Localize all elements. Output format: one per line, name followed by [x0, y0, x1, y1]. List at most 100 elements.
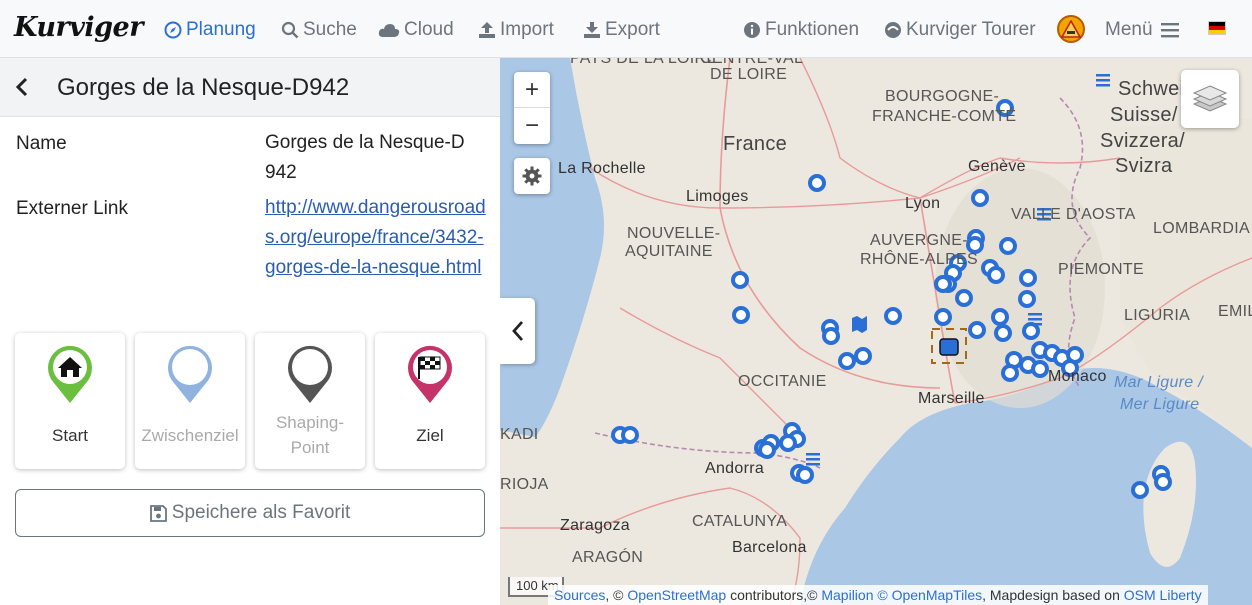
compass-icon — [164, 21, 182, 39]
info-icon — [744, 22, 760, 38]
save-favorite-button[interactable]: Speichere als Favorit — [15, 489, 485, 537]
layers-icon — [1192, 85, 1228, 112]
chevron-left-icon — [15, 77, 28, 97]
map-label-mar-ligure: Mar Ligure / — [1114, 374, 1203, 391]
detail-panel: Gorges de la Nesque-D942 Name Gorges de … — [0, 58, 500, 605]
cloud-icon — [378, 24, 400, 37]
waypoint-shaping-button[interactable]: Shaping-Point — [255, 333, 365, 469]
map-label-france: France — [723, 133, 788, 155]
nav-tourer-label: Kurviger Tourer — [906, 19, 1036, 40]
map-label-liguria: LIGURIA — [1124, 307, 1191, 324]
map-layers-button[interactable] — [1181, 70, 1239, 128]
gear-icon — [522, 166, 542, 186]
map-label-aquitaine: AQUITAINE — [625, 243, 713, 260]
nav-export-label: Export — [605, 19, 660, 40]
top-navbar: Kurviger Planung Suche Cloud Import Expo… — [0, 0, 1252, 58]
shaping-marker-icon — [288, 345, 332, 403]
chevron-left-icon — [511, 321, 523, 341]
attribution-mapdesign: , Mapdesign based on — [982, 587, 1120, 603]
nav-suche[interactable]: Suche — [281, 17, 357, 43]
map-label-andorra: Andorra — [705, 460, 765, 477]
kurviger-logo[interactable]: Kurviger — [14, 12, 143, 43]
nav-menu-label: Menü — [1105, 19, 1153, 40]
map-label-franche-comte: FRANCHE-COMTÉ — [872, 108, 1017, 125]
page-title: Gorges de la Nesque-D942 — [57, 74, 350, 101]
map-label-occitanie: OCCITANIE — [738, 373, 827, 390]
map-label-lombardia: LOMBARDIA — [1153, 220, 1250, 237]
map-label-auvergne: AUVERGNE- — [870, 232, 968, 249]
nav-export[interactable]: Export — [583, 17, 660, 43]
nav-suche-label: Suche — [303, 19, 357, 40]
map-label-aragon: ARAGÓN — [572, 549, 644, 566]
map-label-svizra: Svizra — [1115, 155, 1173, 177]
attribution-sources-link[interactable]: Sources — [554, 587, 605, 603]
map-attribution: Sources, © OpenStreetMap contributors,© … — [548, 585, 1208, 605]
map-label-de-loire: DE LOIRE — [710, 66, 788, 83]
zoom-out-button[interactable]: − — [514, 108, 550, 144]
name-value: Gorges de la Nesque-D942 — [265, 132, 465, 183]
de-flag-icon[interactable] — [1208, 21, 1226, 35]
map-label-rioja: RIOJA — [500, 476, 549, 493]
nav-kurviger-tourer[interactable]: Kurviger Tourer — [884, 17, 1036, 43]
panel-header: Gorges de la Nesque-D942 — [0, 58, 500, 117]
save-favorite-label: Speichere als Favorit — [171, 502, 351, 523]
map-label-bourgogne: BOURGOGNE- — [885, 88, 1000, 105]
waypoint-via-button[interactable]: Zwischenziel — [135, 333, 245, 469]
external-link[interactable]: http://www.dangerousroads.org/europe/fra… — [265, 193, 487, 283]
attribution-mapilion-link[interactable]: Mapilion — [821, 587, 873, 603]
via-marker-icon — [168, 345, 212, 403]
search-icon — [281, 21, 299, 39]
map-label-zaragoza: Zaragoza — [560, 517, 630, 534]
nav-funktionen-label: Funktionen — [765, 19, 860, 40]
map-label-geneve: Genève — [968, 158, 1026, 175]
nav-planung[interactable]: Planung — [164, 17, 256, 43]
map-settings-button[interactable] — [514, 158, 550, 194]
map-label-mer-ligure: Mer Ligure — [1120, 396, 1200, 413]
external-link-label: Externer Link — [16, 198, 128, 219]
save-icon — [149, 504, 167, 522]
hamburger-icon — [1160, 23, 1179, 38]
hazard-avatar-icon[interactable] — [1057, 15, 1085, 43]
map-label-barcelona: Barcelona — [732, 539, 807, 556]
map-label-pays-loire: PAYS DE LA LOIRE — [570, 58, 718, 67]
nav-import-label: Import — [500, 19, 554, 40]
attribution-contributors: contributors,© — [730, 587, 818, 603]
name-label: Name — [16, 133, 67, 154]
map-label-emilia: EMILIA — [1218, 303, 1252, 320]
tourer-icon — [885, 22, 901, 38]
map-label-valle-aosta: VALLE D'AOSTA — [1011, 206, 1136, 223]
waypoint-start-label: Start — [52, 426, 88, 445]
attribution-osm-link[interactable]: OpenStreetMap — [627, 587, 726, 603]
zoom-control: + − — [514, 72, 550, 144]
zoom-in-button[interactable]: + — [514, 72, 550, 108]
waypoint-start-button[interactable]: Start — [15, 333, 125, 469]
attribution-omt-link[interactable]: © OpenMapTiles — [877, 587, 982, 603]
map-label-catalunya: CATALUNYA — [692, 513, 788, 530]
map-label-kadi: KADI — [500, 426, 539, 443]
nav-menu[interactable]: Menü — [1105, 17, 1183, 43]
map-view[interactable]: PAYS DE LA LOIRE CENTRE-VAL DE LOIRE BOU… — [500, 58, 1252, 605]
attribution-osm-liberty-link[interactable]: OSM Liberty — [1124, 587, 1202, 603]
waypoint-via-label: Zwischenziel — [141, 426, 239, 445]
waypoint-shaping-label: Shaping-Point — [275, 413, 345, 457]
map-label-lyon: Lyon — [905, 195, 941, 212]
map-label-marseille: Marseille — [918, 390, 985, 407]
nav-cloud-label: Cloud — [404, 19, 454, 40]
map-label-limoges: Limoges — [686, 188, 749, 205]
map-label-monaco: Monaco — [1048, 368, 1107, 385]
attribution-sep: , © — [605, 587, 624, 603]
nav-cloud[interactable]: Cloud — [378, 17, 454, 43]
map-label-piemonte: PIEMONTE — [1058, 261, 1144, 278]
waypoint-destination-label: Ziel — [416, 426, 444, 445]
map-label-nouvelle: NOUVELLE- — [627, 225, 721, 242]
nav-import[interactable]: Import — [478, 17, 554, 43]
finish-flag-marker-icon — [408, 345, 452, 403]
nav-funktionen[interactable]: Funktionen — [743, 17, 859, 43]
waypoint-destination-button[interactable]: Ziel — [375, 333, 485, 469]
map-label-la-rochelle: La Rochelle — [558, 160, 646, 177]
map-label-rhone-alpes: RHÔNE-ALPES — [860, 251, 978, 268]
map-label-suisse: Suisse/ — [1110, 104, 1178, 126]
nav-planung-label: Planung — [186, 19, 256, 40]
collapse-panel-button[interactable] — [500, 298, 535, 364]
back-button[interactable] — [12, 76, 34, 98]
